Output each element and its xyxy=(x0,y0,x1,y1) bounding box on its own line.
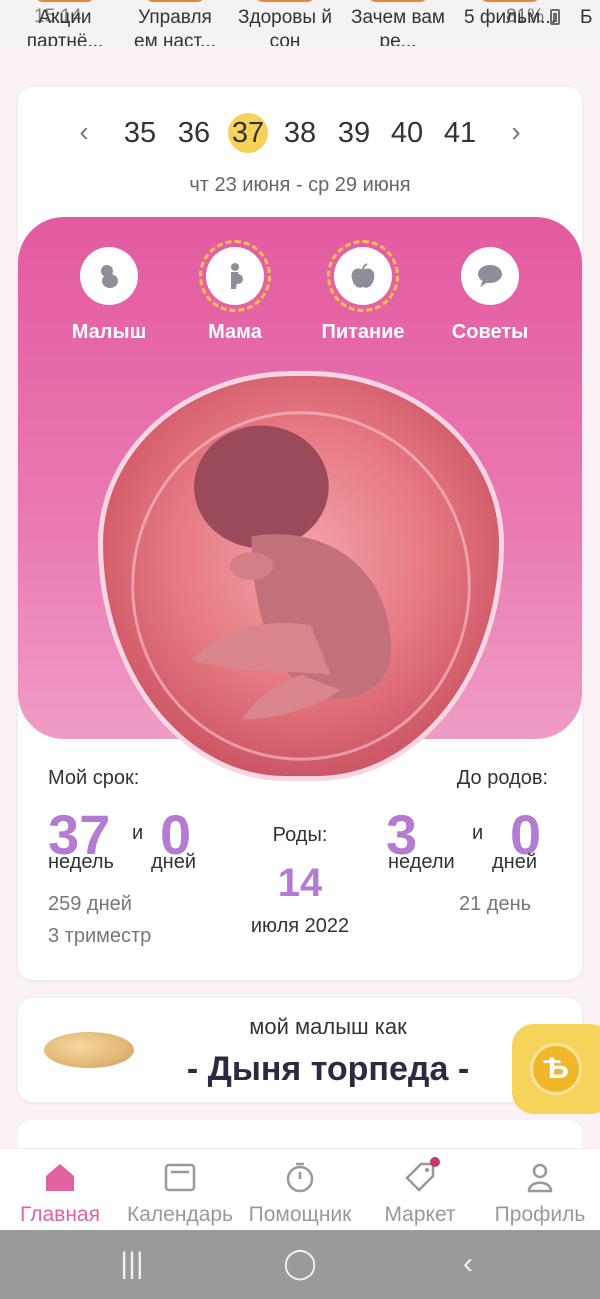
birth-day: 14 xyxy=(277,861,323,905)
profile-icon xyxy=(520,1157,560,1197)
recent-apps-icon[interactable]: ||| xyxy=(112,1248,152,1280)
story-label: Здоровы й сон xyxy=(238,7,332,46)
melon-image xyxy=(44,1032,134,1068)
category-label: Питание xyxy=(321,321,405,343)
calendar-icon xyxy=(160,1157,200,1197)
nav-label: Профиль xyxy=(494,1203,586,1226)
story-item[interactable]: Управля ем наст... xyxy=(125,0,225,46)
battery-icon xyxy=(550,9,560,25)
week-item[interactable]: 35 xyxy=(118,113,162,153)
pregnancy-card: ‹ 35 36 37 38 39 40 41 › чт 23 июня - ср… xyxy=(18,87,582,980)
nav-label: Календарь xyxy=(127,1203,233,1226)
chevron-right-icon[interactable]: › xyxy=(502,117,530,147)
status-right: 81% xyxy=(506,6,560,28)
until-days-total: 21 день xyxy=(459,893,532,915)
system-navigation: ||| ◯ ‹ xyxy=(0,1230,600,1299)
comparison-subtitle: мой малыш как xyxy=(249,1014,407,1039)
story-ring xyxy=(480,0,540,2)
battery-percent: 81% xyxy=(505,6,544,27)
week-item[interactable]: 41 xyxy=(438,113,482,153)
story-ring xyxy=(145,0,205,2)
week-date-range: чт 23 июня - ср 29 июня xyxy=(189,174,411,196)
category-label: Мама xyxy=(208,321,262,343)
birth-month-year: июля 2022 xyxy=(250,915,350,937)
nav-home[interactable]: Главная xyxy=(0,1157,120,1227)
bonus-coin-button[interactable]: Ѣ xyxy=(512,1024,600,1114)
until-weeks-unit: недели xyxy=(388,851,455,873)
bottom-navigation: Главная Календарь Помощник Маркет Профил… xyxy=(0,1148,600,1230)
size-comparison-card[interactable]: мой малыш как - Дыня торпеда - xyxy=(18,998,582,1102)
story-label: Б xyxy=(580,7,593,28)
category-label: Малыш xyxy=(71,321,147,343)
story-ring xyxy=(255,0,315,2)
week-item-active[interactable]: 37 xyxy=(228,113,268,153)
story-item[interactable]: Зачем вам ре... xyxy=(348,0,448,46)
status-time: 15:14 xyxy=(34,6,82,27)
stopwatch-icon xyxy=(280,1157,320,1197)
category-nutrition[interactable]: Питание xyxy=(303,240,423,344)
story-ring xyxy=(35,0,95,2)
home-circle-icon[interactable]: ◯ xyxy=(280,1248,320,1280)
back-icon[interactable]: ‹ xyxy=(448,1248,488,1280)
nav-calendar[interactable]: Календарь xyxy=(120,1157,240,1227)
stories-strip: Акции партнё... Управля ем наст... Здоро… xyxy=(0,0,600,46)
nav-label: Маркет xyxy=(384,1203,456,1226)
nav-label: Помощник xyxy=(248,1203,352,1226)
mother-icon xyxy=(199,240,271,312)
until-and: и xyxy=(472,822,484,844)
coin-icon: Ѣ xyxy=(530,1043,582,1095)
until-birth-title: До родов: xyxy=(456,767,548,789)
term-weeks-unit: недель xyxy=(48,851,114,873)
term-trimester: 3 триместр xyxy=(48,925,152,947)
home-icon xyxy=(40,1157,80,1197)
week-item[interactable]: 40 xyxy=(385,113,429,153)
category-mother[interactable]: Мама xyxy=(175,240,295,344)
baby-icon xyxy=(80,247,138,305)
category-tips[interactable]: Советы xyxy=(430,247,550,344)
term-days-unit: дней xyxy=(151,851,197,873)
week-selector: ‹ 35 36 37 38 39 40 41 › xyxy=(18,113,582,153)
week-item[interactable]: 36 xyxy=(172,113,216,153)
birth-title: Роды: xyxy=(272,824,328,846)
nav-assistant[interactable]: Помощник xyxy=(240,1157,360,1227)
chat-bubble-icon xyxy=(461,247,519,305)
category-baby[interactable]: Малыш xyxy=(49,247,169,344)
chevron-left-icon[interactable]: ‹ xyxy=(70,117,98,147)
apple-icon xyxy=(327,240,399,312)
comparison-title: - Дыня торпеда - xyxy=(186,1050,470,1088)
story-item[interactable]: Здоровы й сон xyxy=(235,0,335,46)
story-label: Управля ем наст... xyxy=(134,7,216,46)
term-days-total: 259 дней xyxy=(48,893,132,915)
term-and: и xyxy=(132,822,144,844)
nav-profile[interactable]: Профиль xyxy=(480,1157,600,1227)
week-item[interactable]: 38 xyxy=(278,113,322,153)
story-ring xyxy=(368,0,428,2)
nav-market[interactable]: Маркет xyxy=(360,1157,480,1227)
story-item[interactable]: Б xyxy=(580,0,600,30)
category-label: Советы xyxy=(451,321,529,343)
nav-label: Главная xyxy=(20,1203,100,1226)
week-item[interactable]: 39 xyxy=(332,113,376,153)
notification-dot xyxy=(430,1157,440,1167)
my-term-title: Мой срок: xyxy=(48,767,140,789)
tag-icon xyxy=(400,1157,440,1197)
story-label: Зачем вам ре... xyxy=(351,7,445,46)
until-days-unit: дней xyxy=(492,851,538,873)
